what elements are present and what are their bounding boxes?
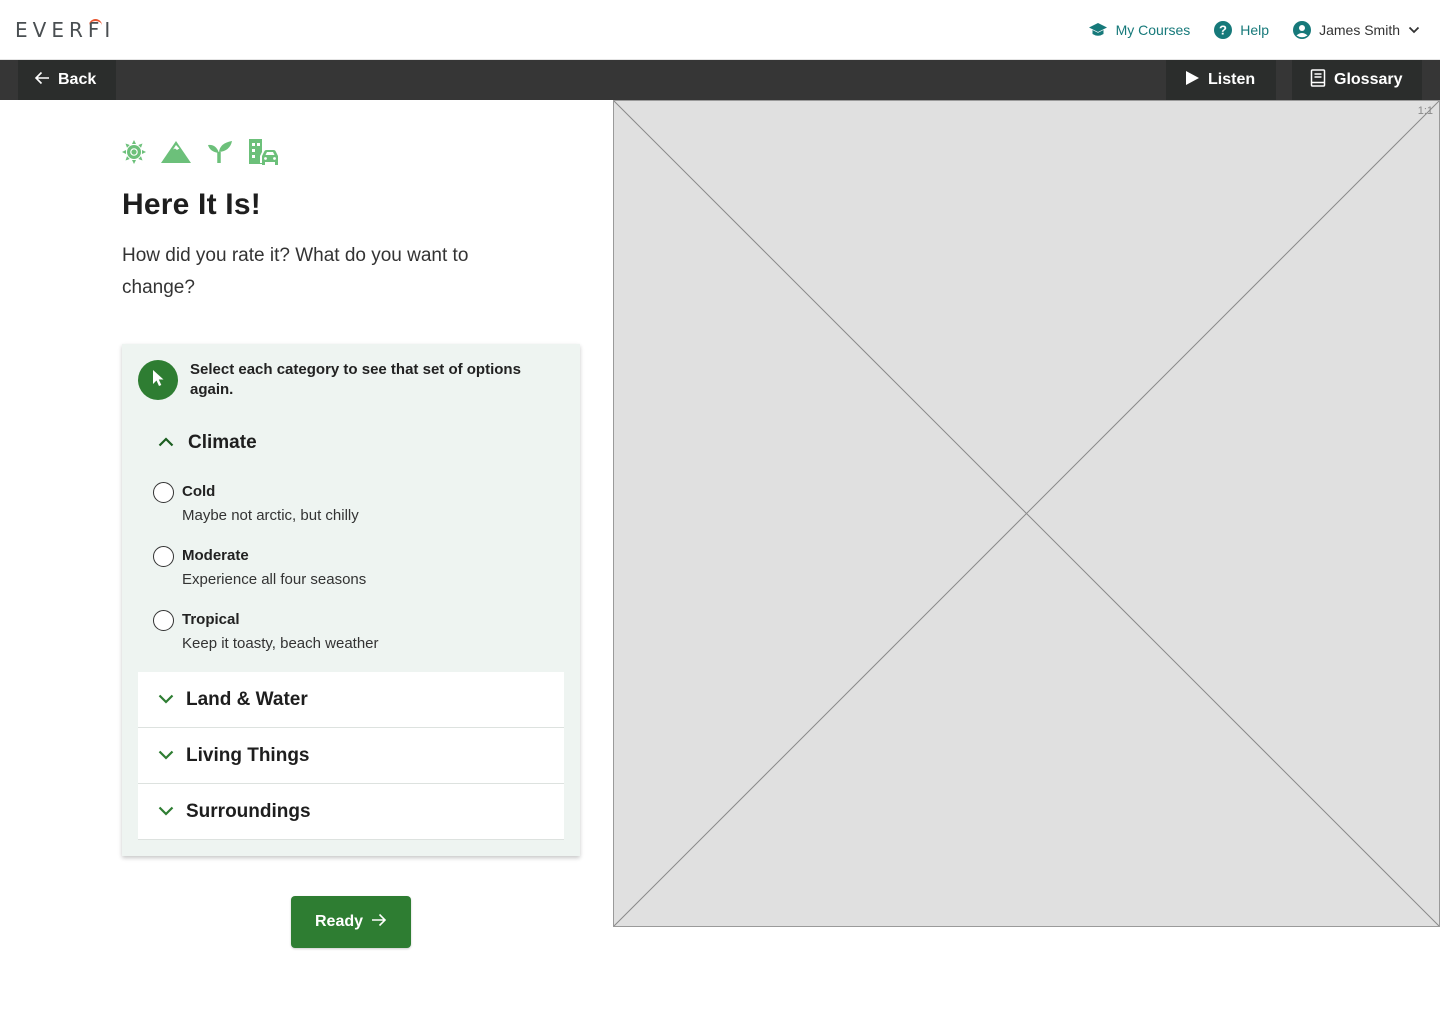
radio-button[interactable] — [153, 482, 174, 503]
ready-label: Ready — [314, 913, 364, 930]
mountain-icon — [160, 140, 192, 164]
chevron-down-icon — [158, 691, 174, 709]
chevron-up-icon — [158, 434, 174, 452]
back-label: Back — [58, 71, 97, 88]
arrow-left-icon — [34, 71, 50, 90]
option-moderate[interactable]: Moderate Experience all four seasons — [153, 545, 366, 591]
sun-icon — [122, 140, 146, 164]
accordion-header-land-water[interactable]: Land & Water — [138, 672, 564, 728]
listen-button[interactable]: Listen — [1166, 60, 1276, 100]
user-name: James Smith — [1319, 22, 1400, 38]
chevron-down-icon — [158, 803, 174, 821]
play-icon — [1184, 70, 1200, 91]
back-button[interactable]: Back — [18, 60, 116, 100]
placeholder-cross — [614, 101, 1439, 926]
option-label: Moderate — [182, 547, 249, 564]
option-description: Maybe not arctic, but chilly — [182, 507, 359, 524]
listen-label: Listen — [1208, 71, 1256, 88]
my-courses-label: My Courses — [1115, 22, 1191, 38]
category-card: Select each category to see that set of … — [122, 344, 580, 856]
option-tropical[interactable]: Tropical Keep it toasty, beach weather — [153, 609, 379, 655]
page-title: Here It Is! — [122, 188, 261, 221]
chevron-down-icon — [158, 747, 174, 765]
option-label: Tropical — [182, 611, 240, 628]
top-nav: My Courses ? Help James Smith — [1088, 0, 1420, 60]
city-car-icon — [248, 138, 280, 166]
svg-text:?: ? — [1219, 23, 1227, 38]
user-menu[interactable]: James Smith — [1293, 21, 1420, 39]
accordion-header-surroundings[interactable]: Surroundings — [138, 784, 564, 840]
help-link[interactable]: ? Help — [1214, 21, 1269, 39]
everfi-logo[interactable]: EVERFI — [15, 18, 115, 42]
graduation-cap-icon — [1088, 22, 1108, 38]
top-header: EVERFI My Courses ? Help James Smith — [0, 0, 1440, 60]
book-icon — [1310, 68, 1326, 92]
hint-badge — [138, 360, 178, 400]
lesson-toolbar: Back Listen Glossary — [0, 60, 1440, 100]
radio-button[interactable] — [153, 546, 174, 567]
arrow-right-icon — [371, 913, 387, 932]
accordion-title: Climate — [188, 432, 257, 453]
category-icons — [122, 138, 280, 166]
accordion-title: Surroundings — [186, 800, 311, 822]
aspect-ratio-label: 1:1 — [1417, 105, 1433, 117]
logo-text: EVERFI — [15, 18, 116, 42]
accordion-header-living-things[interactable]: Living Things — [138, 728, 564, 784]
glossary-label: Glossary — [1334, 71, 1403, 88]
radio-button[interactable] — [153, 610, 174, 631]
page-subtitle: How did you rate it? What do you want to… — [122, 245, 469, 298]
option-description: Keep it toasty, beach weather — [182, 635, 379, 652]
hint-text: Select each category to see that set of … — [190, 361, 521, 398]
accordion-title: Living Things — [186, 744, 310, 766]
option-description: Experience all four seasons — [182, 571, 367, 588]
help-label: Help — [1240, 22, 1270, 38]
option-label: Cold — [182, 483, 216, 500]
help-icon: ? — [1214, 21, 1233, 39]
image-placeholder: 1:1 — [613, 100, 1440, 927]
cursor-pointer-icon — [151, 369, 165, 392]
glossary-button[interactable]: Glossary — [1292, 60, 1422, 100]
option-cold[interactable]: Cold Maybe not arctic, but chilly — [153, 481, 359, 527]
ready-button[interactable]: Ready — [291, 896, 411, 948]
my-courses-link[interactable]: My Courses — [1088, 22, 1191, 38]
chevron-down-icon — [1408, 26, 1420, 34]
sprout-icon — [206, 140, 234, 164]
accordion-header-climate[interactable]: Climate — [158, 432, 257, 454]
user-avatar-icon — [1293, 21, 1312, 39]
accordion-title: Land & Water — [186, 688, 308, 710]
